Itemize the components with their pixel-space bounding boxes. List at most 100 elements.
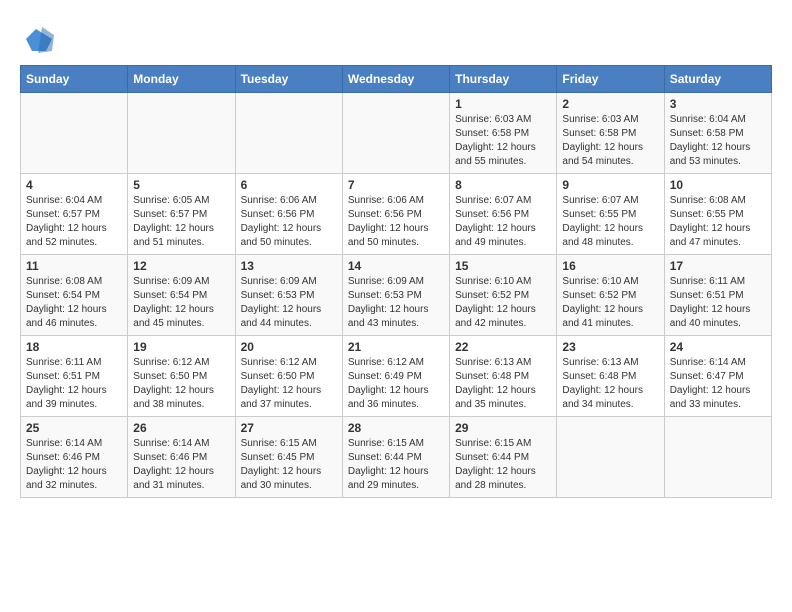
day-number: 16 bbox=[562, 259, 658, 273]
calendar-day-14: 14 Sunrise: 6:09 AMSunset: 6:53 PMDayligh… bbox=[342, 255, 449, 336]
weekday-header-sunday: Sunday bbox=[21, 66, 128, 93]
calendar-week-1: 1 Sunrise: 6:03 AMSunset: 6:58 PMDaylight… bbox=[21, 93, 772, 174]
calendar-day-22: 22 Sunrise: 6:13 AMSunset: 6:48 PMDayligh… bbox=[450, 336, 557, 417]
calendar-day-2: 2 Sunrise: 6:03 AMSunset: 6:58 PMDaylight… bbox=[557, 93, 664, 174]
header bbox=[20, 20, 772, 55]
calendar-week-2: 4 Sunrise: 6:04 AMSunset: 6:57 PMDaylight… bbox=[21, 174, 772, 255]
calendar-day-21: 21 Sunrise: 6:12 AMSunset: 6:49 PMDayligh… bbox=[342, 336, 449, 417]
calendar-day-26: 26Sunrise: 6:14 AMSunset: 6:46 PMDayligh… bbox=[128, 417, 235, 498]
calendar-day-1: 1 Sunrise: 6:03 AMSunset: 6:58 PMDaylight… bbox=[450, 93, 557, 174]
calendar-day-6: 6 Sunrise: 6:06 AMSunset: 6:56 PMDaylight… bbox=[235, 174, 342, 255]
day-info: Sunrise: 6:05 AMSunset: 6:57 PMDaylight:… bbox=[133, 194, 229, 250]
calendar-day-25: 25 Sunrise: 6:14 AMSunset: 6:46 PMDayligh… bbox=[21, 417, 128, 498]
calendar-day-17: 17 Sunrise: 6:11 AMSunset: 6:51 PMDayligh… bbox=[664, 255, 771, 336]
day-number: 4 bbox=[26, 178, 122, 192]
day-number: 26 bbox=[133, 421, 229, 435]
day-info: Sunrise: 6:04 AMSunset: 6:58 PMDaylight:… bbox=[670, 113, 766, 169]
calendar-day-28: 28Sunrise: 6:15 AMSunset: 6:44 PMDayligh… bbox=[342, 417, 449, 498]
day-number: 22 bbox=[455, 340, 551, 354]
day-number: 1 bbox=[455, 97, 551, 111]
day-number: 11 bbox=[26, 259, 122, 273]
weekday-header-row: SundayMondayTuesdayWednesdayThursdayFrid… bbox=[21, 66, 772, 93]
day-number: 13 bbox=[241, 259, 337, 273]
day-info: Sunrise: 6:14 AMSunset: 6:46 PMDaylight:… bbox=[26, 437, 122, 493]
calendar-week-3: 11 Sunrise: 6:08 AMSunset: 6:54 PMDayligh… bbox=[21, 255, 772, 336]
day-number: 10 bbox=[670, 178, 766, 192]
calendar-day-3: 3 Sunrise: 6:04 AMSunset: 6:58 PMDaylight… bbox=[664, 93, 771, 174]
logo-icon bbox=[24, 25, 54, 55]
calendar-day-7: 7 Sunrise: 6:06 AMSunset: 6:56 PMDaylight… bbox=[342, 174, 449, 255]
day-info: Sunrise: 6:13 AMSunset: 6:48 PMDaylight:… bbox=[455, 356, 551, 412]
calendar-day-8: 8Sunrise: 6:07 AMSunset: 6:56 PMDaylight… bbox=[450, 174, 557, 255]
day-info: Sunrise: 6:12 AMSunset: 6:50 PMDaylight:… bbox=[133, 356, 229, 412]
calendar-day-5: 5Sunrise: 6:05 AMSunset: 6:57 PMDaylight… bbox=[128, 174, 235, 255]
day-number: 18 bbox=[26, 340, 122, 354]
day-info: Sunrise: 6:09 AMSunset: 6:54 PMDaylight:… bbox=[133, 275, 229, 331]
calendar-day-15: 15 Sunrise: 6:10 AMSunset: 6:52 PMDayligh… bbox=[450, 255, 557, 336]
day-info: Sunrise: 6:04 AMSunset: 6:57 PMDaylight:… bbox=[26, 194, 122, 250]
day-info: Sunrise: 6:09 AMSunset: 6:53 PMDaylight:… bbox=[348, 275, 444, 331]
day-info: Sunrise: 6:07 AMSunset: 6:56 PMDaylight:… bbox=[455, 194, 551, 250]
day-info: Sunrise: 6:03 AMSunset: 6:58 PMDaylight:… bbox=[562, 113, 658, 169]
day-info: Sunrise: 6:08 AMSunset: 6:54 PMDaylight:… bbox=[26, 275, 122, 331]
calendar-table: SundayMondayTuesdayWednesdayThursdayFrid… bbox=[20, 65, 772, 498]
day-info: Sunrise: 6:14 AMSunset: 6:47 PMDaylight:… bbox=[670, 356, 766, 412]
calendar-week-5: 25 Sunrise: 6:14 AMSunset: 6:46 PMDayligh… bbox=[21, 417, 772, 498]
calendar-day-24: 24 Sunrise: 6:14 AMSunset: 6:47 PMDayligh… bbox=[664, 336, 771, 417]
day-info: Sunrise: 6:15 AMSunset: 6:44 PMDaylight:… bbox=[455, 437, 551, 493]
weekday-header-friday: Friday bbox=[557, 66, 664, 93]
day-number: 6 bbox=[241, 178, 337, 192]
day-info: Sunrise: 6:12 AMSunset: 6:50 PMDaylight:… bbox=[241, 356, 337, 412]
day-number: 14 bbox=[348, 259, 444, 273]
empty-cell bbox=[664, 417, 771, 498]
calendar-day-4: 4 Sunrise: 6:04 AMSunset: 6:57 PMDaylight… bbox=[21, 174, 128, 255]
weekday-header-thursday: Thursday bbox=[450, 66, 557, 93]
day-info: Sunrise: 6:12 AMSunset: 6:49 PMDaylight:… bbox=[348, 356, 444, 412]
empty-cell bbox=[128, 93, 235, 174]
calendar-day-11: 11 Sunrise: 6:08 AMSunset: 6:54 PMDayligh… bbox=[21, 255, 128, 336]
weekday-header-wednesday: Wednesday bbox=[342, 66, 449, 93]
empty-cell bbox=[21, 93, 128, 174]
day-number: 15 bbox=[455, 259, 551, 273]
calendar-day-29: 29 Sunrise: 6:15 AMSunset: 6:44 PMDayligh… bbox=[450, 417, 557, 498]
day-number: 27 bbox=[241, 421, 337, 435]
day-number: 29 bbox=[455, 421, 551, 435]
day-info: Sunrise: 6:10 AMSunset: 6:52 PMDaylight:… bbox=[455, 275, 551, 331]
day-info: Sunrise: 6:11 AMSunset: 6:51 PMDaylight:… bbox=[670, 275, 766, 331]
day-number: 19 bbox=[133, 340, 229, 354]
day-number: 12 bbox=[133, 259, 229, 273]
calendar-day-19: 19 Sunrise: 6:12 AMSunset: 6:50 PMDayligh… bbox=[128, 336, 235, 417]
day-info: Sunrise: 6:03 AMSunset: 6:58 PMDaylight:… bbox=[455, 113, 551, 169]
day-info: Sunrise: 6:08 AMSunset: 6:55 PMDaylight:… bbox=[670, 194, 766, 250]
day-number: 25 bbox=[26, 421, 122, 435]
day-number: 9 bbox=[562, 178, 658, 192]
day-info: Sunrise: 6:06 AMSunset: 6:56 PMDaylight:… bbox=[241, 194, 337, 250]
day-number: 17 bbox=[670, 259, 766, 273]
day-info: Sunrise: 6:15 AMSunset: 6:45 PMDaylight:… bbox=[241, 437, 337, 493]
day-info: Sunrise: 6:07 AMSunset: 6:55 PMDaylight:… bbox=[562, 194, 658, 250]
logo bbox=[20, 25, 54, 55]
day-info: Sunrise: 6:09 AMSunset: 6:53 PMDaylight:… bbox=[241, 275, 337, 331]
calendar-day-10: 10 Sunrise: 6:08 AMSunset: 6:55 PMDayligh… bbox=[664, 174, 771, 255]
day-number: 23 bbox=[562, 340, 658, 354]
day-number: 2 bbox=[562, 97, 658, 111]
day-info: Sunrise: 6:13 AMSunset: 6:48 PMDaylight:… bbox=[562, 356, 658, 412]
day-number: 3 bbox=[670, 97, 766, 111]
weekday-header-tuesday: Tuesday bbox=[235, 66, 342, 93]
day-info: Sunrise: 6:11 AMSunset: 6:51 PMDaylight:… bbox=[26, 356, 122, 412]
day-number: 24 bbox=[670, 340, 766, 354]
day-number: 7 bbox=[348, 178, 444, 192]
empty-cell bbox=[235, 93, 342, 174]
calendar-day-12: 12 Sunrise: 6:09 AMSunset: 6:54 PMDayligh… bbox=[128, 255, 235, 336]
empty-cell bbox=[342, 93, 449, 174]
empty-cell bbox=[557, 417, 664, 498]
weekday-header-monday: Monday bbox=[128, 66, 235, 93]
day-info: Sunrise: 6:10 AMSunset: 6:52 PMDaylight:… bbox=[562, 275, 658, 331]
calendar-day-9: 9 Sunrise: 6:07 AMSunset: 6:55 PMDaylight… bbox=[557, 174, 664, 255]
day-number: 21 bbox=[348, 340, 444, 354]
day-number: 28 bbox=[348, 421, 444, 435]
day-info: Sunrise: 6:06 AMSunset: 6:56 PMDaylight:… bbox=[348, 194, 444, 250]
calendar-day-23: 23 Sunrise: 6:13 AMSunset: 6:48 PMDayligh… bbox=[557, 336, 664, 417]
calendar-day-16: 16 Sunrise: 6:10 AMSunset: 6:52 PMDayligh… bbox=[557, 255, 664, 336]
calendar-day-18: 18 Sunrise: 6:11 AMSunset: 6:51 PMDayligh… bbox=[21, 336, 128, 417]
